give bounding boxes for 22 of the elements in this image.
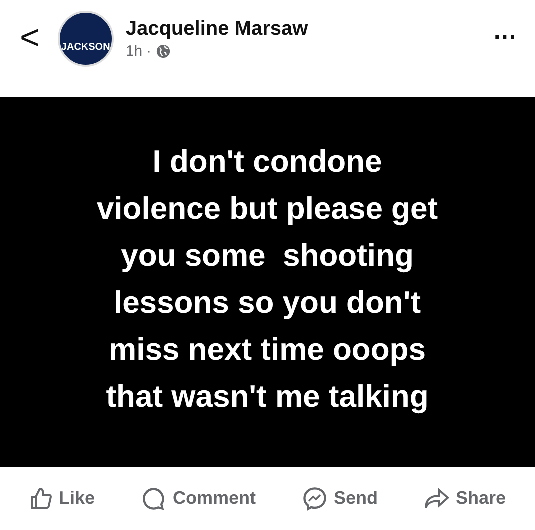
post-time: 1h [126, 42, 143, 60]
post-text-line: I don't condone [152, 143, 382, 181]
like-button[interactable]: Like [24, 482, 100, 514]
thumbs-up-icon [28, 486, 53, 510]
speech-bubble-icon [140, 486, 167, 512]
share-arrow-icon [424, 486, 450, 510]
avatar-logo-text: JACKSON [61, 42, 110, 52]
send-button[interactable]: Send [298, 482, 382, 516]
more-options-button[interactable]: ... [494, 18, 517, 46]
back-button[interactable]: < [20, 19, 40, 58]
post-text-line: lessons so you don't [114, 284, 422, 322]
post-text-line: violence but please get [96, 190, 438, 228]
author-name[interactable]: Jacqueline Marsaw [126, 18, 482, 40]
avatar[interactable]: JACKSON [58, 10, 114, 66]
post-text-line: that wasn't me talking [106, 378, 429, 416]
globe-icon [156, 44, 171, 58]
post-text-line: you some shooting [121, 237, 414, 275]
messenger-icon [302, 486, 328, 512]
comment-button[interactable]: Comment [136, 482, 260, 516]
post-text-line: miss next time ooops [109, 331, 426, 369]
share-button[interactable]: Share [420, 482, 510, 514]
separator-dot: · [146, 42, 152, 60]
